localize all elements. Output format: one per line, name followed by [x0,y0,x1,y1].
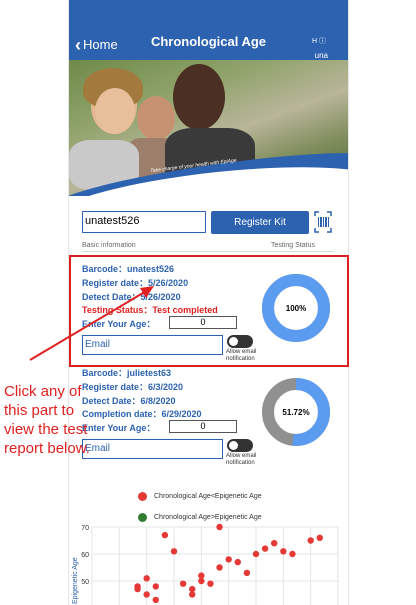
email-notification-toggle[interactable] [227,439,253,452]
family-banner-image [69,60,348,196]
y-axis-label: Epigenetic Age [72,557,79,604]
toggle-knob [229,441,238,450]
data-point[interactable] [179,580,187,587]
data-point[interactable] [189,585,196,593]
scatter-chart: 40506070 Epigenetic Age [72,523,339,605]
y-tick-label: 70 [81,525,89,532]
age-label: Enter Your Age： [82,423,156,433]
divider [82,251,334,252]
child-face [137,96,175,140]
completion-date-row: Completion date：6/29/2020 [82,409,202,419]
data-point[interactable] [252,550,260,558]
father-face [173,64,225,130]
data-point[interactable] [271,540,278,547]
data-point[interactable] [289,550,296,558]
page-title: Chronological Age [150,34,267,49]
data-point[interactable] [216,523,223,531]
data-point[interactable] [243,569,251,577]
legend-label-1: Chronological Age<Epigenetic Age [154,493,262,500]
mother-skin [95,88,135,134]
data-point[interactable] [143,575,150,582]
user-name: una [314,51,328,60]
testing-status-label: Testing Status [271,242,315,249]
data-point[interactable] [170,548,178,555]
y-tick-label: 50 [81,579,89,586]
data-point[interactable] [280,548,287,555]
data-point[interactable] [152,596,159,604]
register-kit-button[interactable]: Register Kit [211,211,309,234]
data-point[interactable] [134,583,141,590]
annotation-text: Click any of this part to view the test … [4,383,90,457]
user-icon[interactable]: H ⓘ [312,36,326,46]
email-input[interactable]: Email [82,439,223,459]
data-point[interactable] [143,591,150,598]
data-point[interactable] [261,545,269,552]
data-point[interactable] [161,531,169,539]
top-bar: ‹ Home Chronological Age H ⓘ una [69,0,348,60]
barcode-scan-icon[interactable] [314,211,332,233]
data-point[interactable] [207,580,214,587]
detect-date-row: Detect Date：6/8/2020 [82,396,176,406]
barcode-input[interactable]: unatest526 [82,211,206,233]
basic-info-label: Basic information [82,242,136,249]
data-point[interactable] [216,564,223,571]
data-point[interactable] [225,556,232,563]
y-tick-label: 60 [81,552,89,559]
data-point[interactable] [198,572,205,579]
plot-frame [91,526,339,605]
progress-donut-2[interactable]: 51.72% [261,377,331,447]
data-point[interactable] [152,583,159,590]
legend-red-dot [138,492,147,501]
allow-email-label: Allow email notification [226,453,257,466]
data-point[interactable] [307,537,314,544]
annotation-arrow [29,286,154,361]
data-point[interactable] [234,558,241,566]
data-point[interactable] [316,534,323,541]
donut-percent-label: 51.72% [282,408,309,417]
age-input[interactable]: 0 [169,420,237,433]
